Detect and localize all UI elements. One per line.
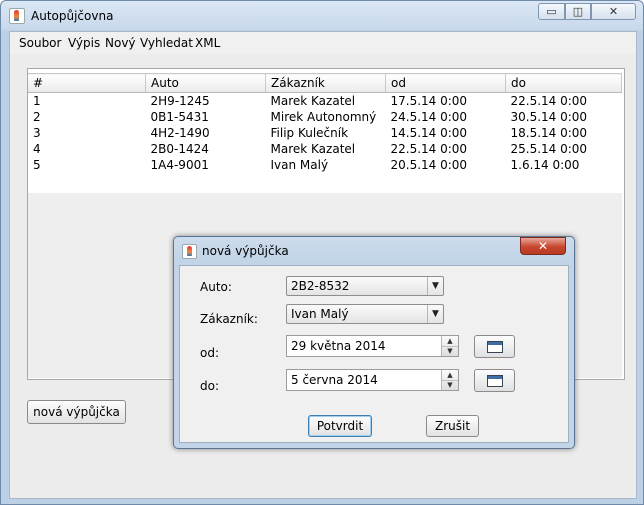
col-header-customer[interactable]: Zákazník: [265, 73, 386, 93]
menu-vyhledat[interactable]: Vyhledat: [140, 36, 193, 50]
cell-number: 4: [33, 142, 41, 156]
dialog-title: nová výpůjčka: [202, 244, 289, 258]
to-label: do:: [200, 379, 220, 393]
to-date-spin-buttons: ▲ ▼: [441, 370, 458, 390]
cell-customer: Marek Kazatel: [270, 142, 356, 156]
maximize-button[interactable]: ◫: [565, 3, 591, 20]
from-date-value: 29 května 2014: [291, 339, 386, 353]
minimize-button[interactable]: ▭: [538, 3, 565, 20]
chevron-down-icon[interactable]: ▼: [427, 305, 443, 323]
calendar-icon: [487, 375, 503, 387]
cell-auto: 0B1-5431: [150, 110, 209, 124]
java-app-icon: [9, 8, 25, 24]
dialog-close-button[interactable]: ✕: [520, 237, 566, 255]
customer-label: Zákazník:: [200, 312, 258, 326]
auto-label: Auto:: [200, 280, 232, 294]
cell-to: 18.5.14 0:00: [510, 126, 588, 140]
cell-customer: Marek Kazatel: [270, 94, 356, 108]
col-header-from[interactable]: od: [385, 73, 506, 93]
from-calendar-button[interactable]: [474, 335, 515, 358]
col-header-auto[interactable]: Auto: [145, 73, 266, 93]
cell-to: 22.5.14 0:00: [510, 94, 588, 108]
menu-soubor[interactable]: Soubor: [19, 36, 61, 50]
menu-bar: Soubor Výpis Nový Vyhledat XML: [10, 32, 636, 54]
java-app-icon: [182, 244, 197, 259]
table-row[interactable]: 1 2H9-1245 Marek Kazatel 17.5.14 0:00 22…: [28, 93, 622, 110]
close-button[interactable]: ✕: [591, 3, 636, 20]
cell-number: 2: [33, 110, 41, 124]
to-date-spinner[interactable]: 5 června 2014 ▲ ▼: [286, 369, 459, 391]
cell-auto: 2H9-1245: [150, 94, 210, 108]
cell-from: 24.5.14 0:00: [390, 110, 468, 124]
cell-number: 1: [33, 94, 41, 108]
title-bar[interactable]: Autopůjčovna ▭ ◫ ✕: [1, 1, 643, 31]
to-calendar-button[interactable]: [474, 369, 515, 392]
table-row[interactable]: 5 1A4-9001 Ivan Malý 20.5.14 0:00 1.6.14…: [28, 157, 622, 173]
confirm-button[interactable]: Potvrdit: [308, 415, 372, 437]
col-header-number[interactable]: #: [28, 73, 146, 93]
cell-customer: Mirek Autonomný: [270, 110, 377, 124]
auto-select-value: 2B2-8532: [291, 279, 350, 293]
cell-number: 5: [33, 158, 41, 172]
customer-select[interactable]: Ivan Malý ▼: [286, 304, 444, 324]
chevron-down-icon[interactable]: ▼: [427, 277, 443, 295]
dialog-body: Auto: 2B2-8532 ▼ Zákazník: Ivan Malý ▼ o…: [179, 265, 569, 443]
calendar-icon: [487, 341, 503, 353]
cell-auto: 4H2-1490: [150, 126, 210, 140]
new-loan-button[interactable]: nová výpůjčka: [27, 400, 126, 424]
from-date-spin-buttons: ▲ ▼: [441, 336, 458, 356]
table-header-row: # Auto Zákazník od do: [28, 73, 622, 93]
customer-select-value: Ivan Malý: [291, 307, 349, 321]
menu-xml[interactable]: XML: [195, 36, 220, 50]
table-row[interactable]: 2 0B1-5431 Mirek Autonomný 24.5.14 0:00 …: [28, 109, 622, 125]
to-date-value: 5 června 2014: [291, 373, 378, 387]
cell-to: 30.5.14 0:00: [510, 110, 588, 124]
cell-from: 20.5.14 0:00: [390, 158, 468, 172]
table-row[interactable]: 3 4H2-1490 Filip Kulečník 14.5.14 0:00 1…: [28, 125, 622, 141]
menu-vypis[interactable]: Výpis: [68, 36, 100, 50]
menu-novy[interactable]: Nový: [105, 36, 136, 50]
new-loan-dialog: nová výpůjčka ✕ Auto: 2B2-8532 ▼ Zákazní…: [173, 236, 575, 449]
cell-from: 14.5.14 0:00: [390, 126, 468, 140]
from-date-spinner[interactable]: 29 května 2014 ▲ ▼: [286, 335, 459, 357]
cell-from: 22.5.14 0:00: [390, 142, 468, 156]
cell-auto: 2B0-1424: [150, 142, 209, 156]
cell-to: 1.6.14 0:00: [510, 158, 580, 172]
cancel-button[interactable]: Zrušit: [426, 415, 479, 437]
window-title: Autopůjčovna: [31, 9, 114, 23]
spin-down-icon[interactable]: ▼: [442, 346, 458, 356]
cell-from: 17.5.14 0:00: [390, 94, 468, 108]
cell-customer: Ivan Malý: [270, 158, 329, 172]
col-header-to[interactable]: do: [505, 73, 622, 93]
from-label: od:: [200, 346, 220, 360]
cell-to: 25.5.14 0:00: [510, 142, 588, 156]
spin-down-icon[interactable]: ▼: [442, 380, 458, 390]
cell-auto: 1A4-9001: [150, 158, 209, 172]
table-row[interactable]: 4 2B0-1424 Marek Kazatel 22.5.14 0:00 25…: [28, 141, 622, 157]
cell-customer: Filip Kulečník: [270, 126, 349, 140]
cell-number: 3: [33, 126, 41, 140]
auto-select[interactable]: 2B2-8532 ▼: [286, 276, 444, 296]
loans-table[interactable]: # Auto Zákazník od do 1 2H9-1245 Marek K…: [28, 73, 622, 173]
